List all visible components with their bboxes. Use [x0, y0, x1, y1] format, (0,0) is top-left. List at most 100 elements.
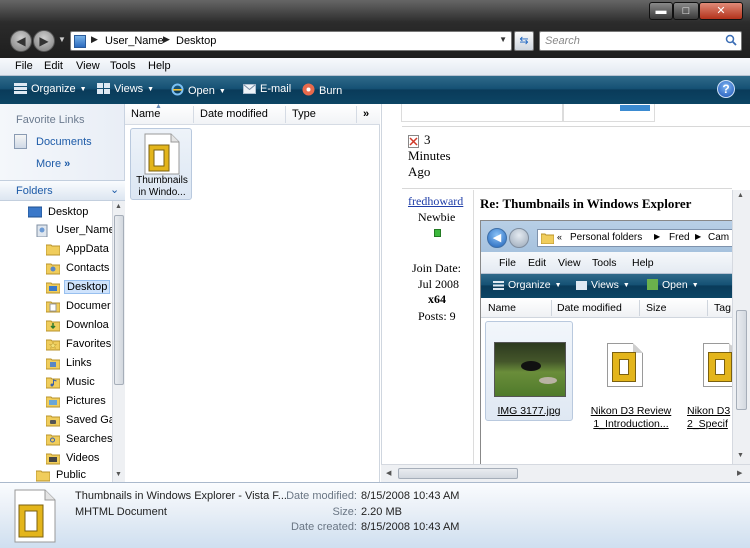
tree-item-label: Saved Ga — [66, 414, 112, 426]
scroll-down-icon[interactable]: ▼ — [115, 471, 122, 478]
scroll-up-icon[interactable]: ▲ — [737, 192, 744, 199]
breadcrumb-user[interactable]: User_Name — [105, 35, 164, 47]
folder-icon — [46, 244, 60, 256]
close-button[interactable]: ✕ — [699, 2, 743, 20]
more-columns-icon[interactable]: » — [363, 108, 369, 120]
column-divider — [551, 300, 552, 316]
views-icon — [97, 83, 110, 94]
column-type[interactable]: Type — [292, 108, 316, 120]
menu-file[interactable]: File — [15, 60, 33, 72]
folder-tree: Desktop User_Name AppData Contacts Deskt… — [0, 201, 112, 482]
open-dropdown-icon: ▼ — [218, 88, 226, 95]
organize-dropdown-icon: ▼ — [79, 86, 87, 93]
tree-scroll-thumb[interactable] — [114, 215, 124, 385]
mhtml-file-icon — [144, 133, 180, 175]
menu-help[interactable]: Help — [148, 60, 171, 72]
embedded-column-headers: Name Date modified Size Tag — [481, 298, 749, 318]
folder-icon — [541, 233, 554, 244]
forward-button[interactable]: ▶ — [33, 30, 55, 52]
dropdown-icon: ▼ — [622, 282, 630, 289]
online-status-icon — [434, 229, 441, 237]
preview-hscroll-thumb[interactable] — [398, 468, 518, 479]
views-button[interactable]: Views ▼ — [97, 83, 154, 95]
breadcrumb-separator-icon: ▶ — [695, 232, 702, 241]
thumb-caption: Nikon D3 Review 1_Introduction... — [590, 405, 672, 430]
details-file-type: MHTML Document — [75, 506, 167, 518]
folder-icon — [36, 470, 50, 482]
burn-button[interactable]: Burn — [302, 83, 342, 97]
address-bar[interactable]: ▶ User_Name ▶ Desktop ▼ — [70, 31, 512, 51]
folders-label: Folders — [16, 185, 53, 197]
videos-folder-icon — [46, 453, 60, 465]
favorite-link-documents[interactable]: Documents — [36, 136, 92, 148]
tree-item-label: Documer — [66, 300, 111, 312]
breadcrumb-separator-icon: ▶ — [654, 232, 661, 241]
search-icon[interactable] — [725, 34, 737, 46]
navigation-pane: Favorite Links Documents More » Folders … — [0, 104, 125, 482]
minimize-button[interactable]: ▬ — [649, 2, 673, 20]
preview-vscroll-thumb[interactable] — [736, 310, 747, 410]
maximize-button[interactable]: □ — [673, 2, 699, 20]
breadcrumb-separator-icon: « — [557, 232, 563, 242]
address-dropdown-icon[interactable]: ▼ — [499, 35, 507, 44]
embedded-toolbar: Organize ▼ Views ▼ Open ▼ — [481, 274, 749, 298]
email-button[interactable]: E-mail — [243, 83, 291, 95]
documents-folder-icon — [46, 301, 60, 313]
more-chevron-icon: » — [64, 158, 71, 170]
contacts-folder-icon — [46, 263, 60, 275]
chevron-down-icon[interactable]: ⌄ — [110, 183, 119, 196]
divider — [473, 190, 474, 470]
column-date-modified[interactable]: Date modified — [200, 108, 268, 120]
preview-horizontal-scrollbar[interactable]: ◀ ▶ — [381, 464, 750, 482]
mhtml-file-icon — [607, 343, 643, 387]
help-button[interactable]: ? — [717, 80, 735, 98]
menu-edit[interactable]: Edit — [44, 60, 63, 72]
refresh-button[interactable]: ⇆ — [514, 31, 534, 51]
size-label: Size: — [332, 506, 357, 518]
post-count: Posts: 9 — [418, 309, 456, 323]
open-icon — [647, 279, 658, 290]
embedded-back-button: ◀ — [487, 228, 507, 248]
embedded-menu-item: View — [558, 257, 581, 269]
column-name[interactable]: Name — [131, 108, 160, 120]
organize-button[interactable]: Organize ▼ — [14, 83, 87, 95]
embedded-thumb-doc: Nikon D3 Review 1_Introduction... — [589, 321, 673, 430]
views-label: Views — [114, 83, 144, 95]
divider — [402, 188, 732, 189]
search-input[interactable]: Search — [539, 31, 742, 51]
file-badge — [708, 352, 732, 382]
file-badge — [612, 352, 636, 382]
recent-pages-dropdown[interactable]: ▼ — [58, 35, 66, 44]
date-created-label: Date created: — [290, 521, 357, 533]
bird-photo-thumbnail — [494, 342, 566, 397]
open-button[interactable]: Open ▼ — [171, 83, 226, 97]
preview-vertical-scrollbar[interactable]: ▲ ▼ — [732, 190, 750, 464]
folders-header[interactable]: Folders ⌄ — [0, 180, 125, 201]
breadcrumb-separator-icon[interactable]: ▶ — [163, 34, 170, 45]
post-author-link[interactable]: fredhoward — [408, 194, 463, 209]
embedded-views-label: Views — [591, 279, 619, 291]
back-button[interactable]: ◀ — [10, 30, 32, 52]
scroll-right-icon[interactable]: ▶ — [737, 469, 742, 477]
post-time: 3 Minutes Ago — [408, 132, 451, 180]
favorites-folder-icon — [46, 339, 60, 351]
tree-scrollbar[interactable]: ▲ ▼ — [112, 201, 125, 482]
breadcrumb-separator-icon[interactable]: ▶ — [91, 34, 98, 45]
embedded-crumb: Cam — [708, 232, 730, 243]
favorite-links-title: Favorite Links — [16, 114, 85, 126]
post-time-value: 3 — [424, 132, 431, 147]
saved-games-folder-icon — [46, 415, 60, 427]
breadcrumb-desktop[interactable]: Desktop — [176, 35, 216, 47]
menu-view[interactable]: View — [76, 60, 100, 72]
menu-tools[interactable]: Tools — [110, 60, 136, 72]
post-author-rank: Newbie — [418, 210, 456, 224]
views-dropdown-icon: ▼ — [147, 86, 155, 93]
scroll-left-icon[interactable]: ◀ — [386, 469, 391, 477]
documents-icon — [14, 134, 27, 149]
embedded-open: Open ▼ — [647, 279, 699, 291]
scroll-up-icon[interactable]: ▲ — [115, 203, 122, 210]
file-item-thumbnails[interactable]: Thumbnails in Windo... — [130, 128, 192, 200]
more-links-button[interactable]: More » — [36, 158, 70, 170]
scroll-down-icon[interactable]: ▼ — [737, 452, 744, 459]
embedded-open-label: Open — [662, 279, 688, 291]
